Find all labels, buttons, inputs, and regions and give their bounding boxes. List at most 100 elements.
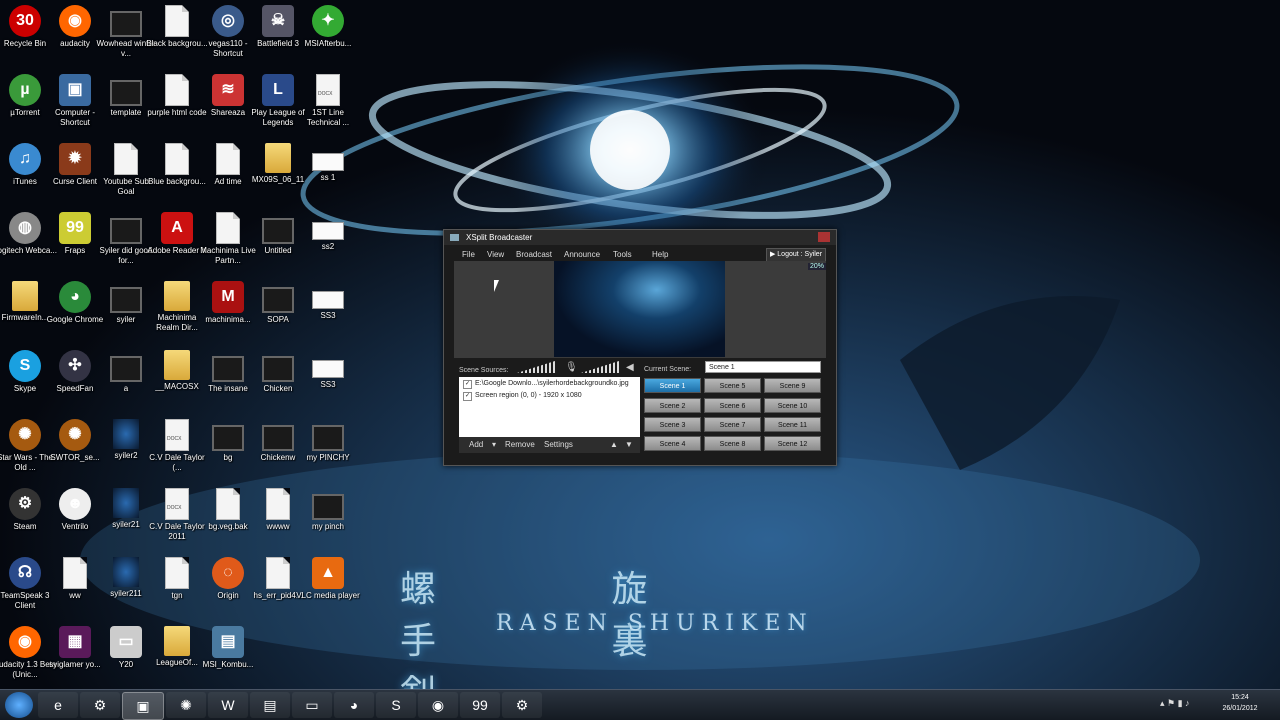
icon-glyph: ◉ xyxy=(18,633,32,650)
desktop-icon[interactable]: ss2 xyxy=(296,212,360,252)
desktop-icon-label: tgn xyxy=(171,591,183,600)
source-checkbox[interactable]: ✓ xyxy=(463,392,472,401)
scene-button[interactable]: Scene 5 xyxy=(704,378,761,393)
desktop-icon[interactable]: ss 1 xyxy=(296,143,360,183)
desktop-icon[interactable]: SS3 xyxy=(296,350,360,390)
desktop-icon-image: ◕ xyxy=(59,281,91,313)
desktop-icon-image: ✺ xyxy=(9,419,41,451)
menu-tools[interactable]: Tools xyxy=(613,250,632,259)
menu-broadcast[interactable]: Broadcast xyxy=(516,250,552,259)
desktop-icon-image xyxy=(312,494,344,520)
remove-source-button[interactable]: Remove xyxy=(505,440,535,449)
scene-button[interactable]: Scene 1 xyxy=(644,378,701,393)
desktop-icon-image xyxy=(262,425,294,451)
desktop-icon-image xyxy=(63,557,87,589)
icon-glyph: ✺ xyxy=(68,426,82,443)
desktop-icon-label: Machinima Realm Dir... xyxy=(156,313,198,332)
desktop-icon-label: Youtube Sub Goal xyxy=(103,177,149,196)
desktop-icon-label: Ventrilo xyxy=(61,522,89,531)
icon-glyph: ⚙ xyxy=(17,495,33,512)
close-icon[interactable] xyxy=(818,232,830,242)
speaker-volume-meter[interactable] xyxy=(581,361,619,373)
move-up-icon[interactable]: ▲ xyxy=(610,440,618,449)
desktop-icon-label: Battlefield 3 xyxy=(257,39,299,48)
scene-button[interactable]: Scene 12 xyxy=(764,436,821,451)
icon-glyph: ✦ xyxy=(321,12,335,29)
docx-badge: DOCX xyxy=(167,505,182,511)
start-button[interactable] xyxy=(5,692,33,718)
icon-glyph: ☊ xyxy=(17,564,33,581)
scene-button[interactable]: Scene 2 xyxy=(644,398,701,413)
desktop-icon-image xyxy=(113,557,139,587)
menu-announce[interactable]: Announce xyxy=(564,250,600,259)
desktop-icon-label: The insane xyxy=(208,384,248,393)
current-scene-input[interactable]: Scene 1 xyxy=(705,361,821,373)
desktop-icon-image xyxy=(110,356,142,382)
microphone-icon[interactable]: 🎙 xyxy=(565,362,578,373)
taskbar-audacity-button[interactable]: ◉ xyxy=(418,692,458,718)
scene-button[interactable]: Scene 10 xyxy=(764,398,821,413)
desktop-icon-label: vegas110 - Shortcut xyxy=(208,39,248,58)
logout-button[interactable]: ▶ Logout : Syiler xyxy=(766,248,826,262)
desktop-icon-label: Chicken xyxy=(263,384,293,393)
scene-button[interactable]: Scene 8 xyxy=(704,436,761,451)
desktop-icon-label: Shareaza xyxy=(210,108,246,117)
taskbar-explorer-app-button[interactable]: ▤ xyxy=(250,692,290,718)
taskbar-fraps-button[interactable]: 99 xyxy=(460,692,500,718)
preview-area[interactable] xyxy=(454,261,826,358)
desktop-icon[interactable]: DOCX 1ST Line Technical ... xyxy=(296,74,360,128)
desktop-icon-label: SOPA xyxy=(267,315,289,324)
xsplit-titlebar[interactable]: XSplit Broadcaster xyxy=(444,230,836,245)
add-dropdown-icon[interactable]: ▾ xyxy=(492,440,496,449)
source-row[interactable]: ✓ Screen region (0, 0) - 1920 x 1080 xyxy=(459,390,640,401)
desktop-icon-image xyxy=(113,419,139,449)
menu-file[interactable]: File xyxy=(462,250,475,259)
source-checkbox[interactable]: ✓ xyxy=(463,380,472,389)
xsplit-window[interactable]: XSplit Broadcaster File View Broadcast A… xyxy=(443,229,837,466)
scene-button[interactable]: Scene 4 xyxy=(644,436,701,451)
taskbar-ie-button[interactable]: e xyxy=(38,692,78,718)
taskbar-xsplit-window-button[interactable]: ▣ xyxy=(122,692,164,720)
desktop-icon-image xyxy=(110,218,142,244)
desktop-icon-image xyxy=(312,360,344,378)
desktop-icon[interactable]: ▲ VLC media player xyxy=(296,557,360,601)
speaker-icon[interactable]: ◀ xyxy=(626,362,634,373)
desktop-icon-image: ◉ xyxy=(59,5,91,37)
desktop-icon[interactable]: SS3 xyxy=(296,281,360,321)
taskbar-chrome-button[interactable]: ◕ xyxy=(334,692,374,718)
desktop-icon-image: DOCX xyxy=(165,488,189,520)
desktop-icon[interactable]: my pinch xyxy=(296,488,360,532)
menu-view[interactable]: View xyxy=(487,250,504,259)
xsplit-title: XSplit Broadcaster xyxy=(466,233,533,242)
clock[interactable]: 15:24 26/01/2012 xyxy=(1216,692,1264,714)
mic-volume-meter[interactable] xyxy=(517,361,555,373)
desktop-icon-image xyxy=(262,287,294,313)
icon-glyph: ◉ xyxy=(68,12,82,29)
taskbar-skype-button[interactable]: S xyxy=(376,692,416,718)
menu-help[interactable]: Help xyxy=(652,250,668,259)
taskbar-folder-button[interactable]: ▭ xyxy=(292,692,332,718)
desktop-icon-image xyxy=(110,80,142,106)
move-down-icon[interactable]: ▼ xyxy=(625,440,633,449)
taskbar-swtor-button[interactable]: ✺ xyxy=(166,692,206,718)
desktop-icon-image xyxy=(216,143,240,175)
scene-button[interactable]: Scene 7 xyxy=(704,417,761,432)
scene-button[interactable]: Scene 11 xyxy=(764,417,821,432)
source-row[interactable]: ✓ E:\Google Downlo...\syilerhordebackgrou… xyxy=(459,378,640,389)
scene-button[interactable]: Scene 9 xyxy=(764,378,821,393)
scene-button[interactable]: Scene 6 xyxy=(704,398,761,413)
desktop-icon[interactable]: ✦ MSIAfterbu... xyxy=(296,5,360,49)
scene-button[interactable]: Scene 3 xyxy=(644,417,701,432)
add-source-button[interactable]: Add xyxy=(469,440,483,449)
taskbar-steam-2-button[interactable]: ⚙ xyxy=(502,692,542,718)
source-settings-button[interactable]: Settings xyxy=(544,440,573,449)
taskbar-steam-button[interactable]: ⚙ xyxy=(80,692,120,718)
taskbar-wow-button[interactable]: W xyxy=(208,692,248,718)
desktop-icon-image: ▣ xyxy=(59,74,91,106)
current-scene-label: Current Scene: xyxy=(644,366,692,373)
desktop-icon-image xyxy=(164,350,190,380)
desktop-icon[interactable]: ▤ MSI_Kombu... xyxy=(196,626,260,670)
desktop-icon-label: wwww xyxy=(266,522,290,531)
system-tray-icons[interactable]: ▴ ⚑ ▮ ♪ xyxy=(1160,698,1190,709)
desktop-icon[interactable]: my PINCHY xyxy=(296,419,360,463)
